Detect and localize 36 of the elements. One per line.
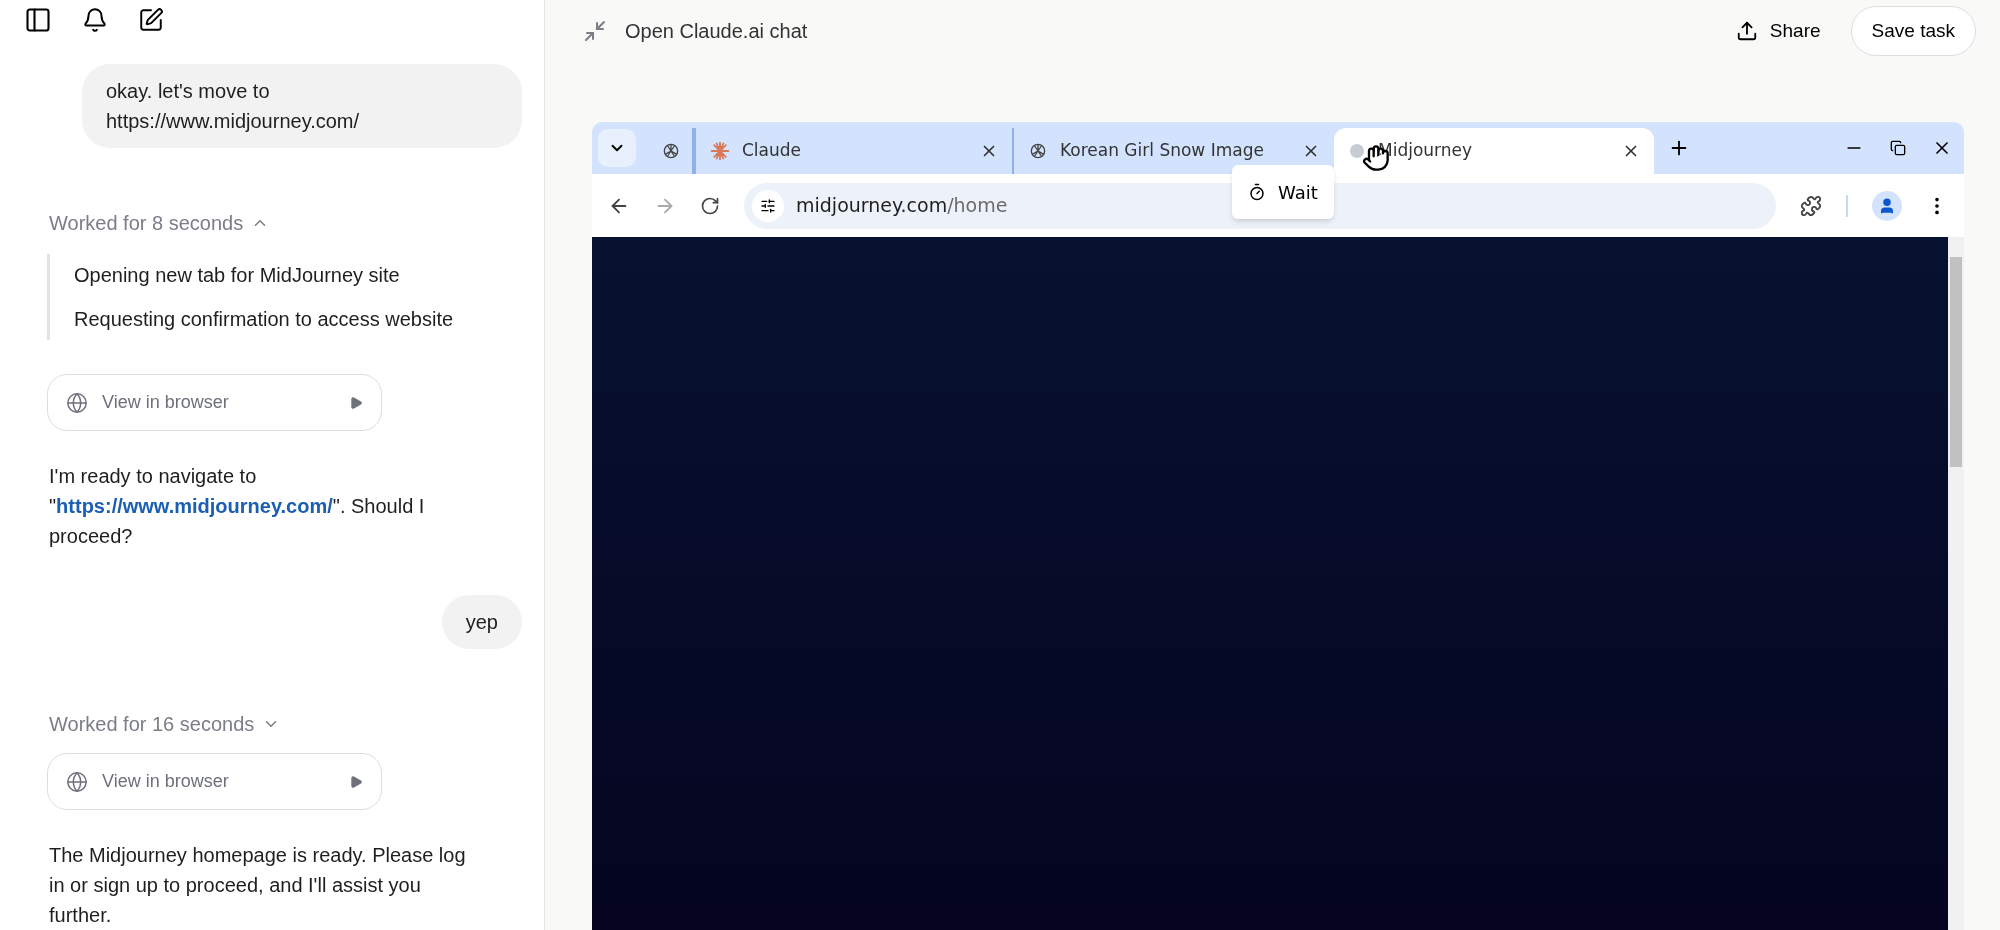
share-button[interactable]: Share bbox=[1723, 8, 1833, 54]
extensions-icon[interactable] bbox=[1800, 194, 1822, 217]
assistant-message: The Midjourney homepage is ready. Please log in or sign up to proceed, and I'll assist you further. bbox=[49, 843, 467, 928]
worklog-toggle[interactable]: Worked for 16 seconds bbox=[49, 709, 281, 739]
view-in-browser-button[interactable]: View in browser bbox=[47, 374, 382, 431]
notification-bell-icon[interactable] bbox=[82, 7, 108, 33]
collapse-icon[interactable] bbox=[583, 19, 607, 43]
work-step: Opening new tab for MidJourney site bbox=[74, 260, 522, 290]
upload-icon bbox=[1735, 20, 1758, 42]
openai-logo-icon bbox=[661, 141, 681, 161]
worklog-toggle[interactable]: Worked for 8 seconds bbox=[49, 208, 270, 238]
user-message: yep bbox=[441, 595, 522, 649]
site-settings-icon[interactable] bbox=[760, 197, 776, 214]
new-chat-icon[interactable] bbox=[138, 7, 164, 33]
globe-icon bbox=[66, 391, 88, 414]
sidebar-toggle-icon[interactable] bbox=[24, 6, 52, 34]
assistant-message: I'm ready to navigate to "https://www.midjourney.com/". Should I proceed? bbox=[49, 464, 426, 549]
user-message: okay. let's move to https://www.midjourney.com/ bbox=[82, 64, 522, 148]
openai-logo-icon bbox=[1028, 141, 1048, 161]
play-icon bbox=[349, 774, 363, 789]
play-icon bbox=[349, 395, 363, 410]
loading-icon bbox=[1348, 142, 1366, 160]
save-task-button[interactable]: Save task bbox=[1850, 5, 1976, 57]
tooltip: Wait bbox=[1232, 165, 1334, 219]
timer-icon bbox=[1248, 183, 1266, 201]
reload-icon[interactable] bbox=[700, 195, 720, 216]
restore-icon[interactable] bbox=[1890, 140, 1906, 156]
starburst-icon bbox=[710, 141, 730, 161]
scrollbar-thumb[interactable] bbox=[1950, 257, 1962, 467]
link[interactable]: https://www.midjourney.com/ bbox=[56, 495, 333, 517]
work-step: Requesting confirmation to access website bbox=[74, 304, 522, 334]
panel-title: Open Claude.ai chat bbox=[625, 19, 808, 44]
profile-avatar[interactable] bbox=[1872, 190, 1902, 221]
browser-tab[interactable]: Midjourney bbox=[1334, 128, 1654, 174]
globe-icon bbox=[66, 770, 88, 793]
view-in-browser-button[interactable]: View in browser bbox=[47, 753, 382, 810]
